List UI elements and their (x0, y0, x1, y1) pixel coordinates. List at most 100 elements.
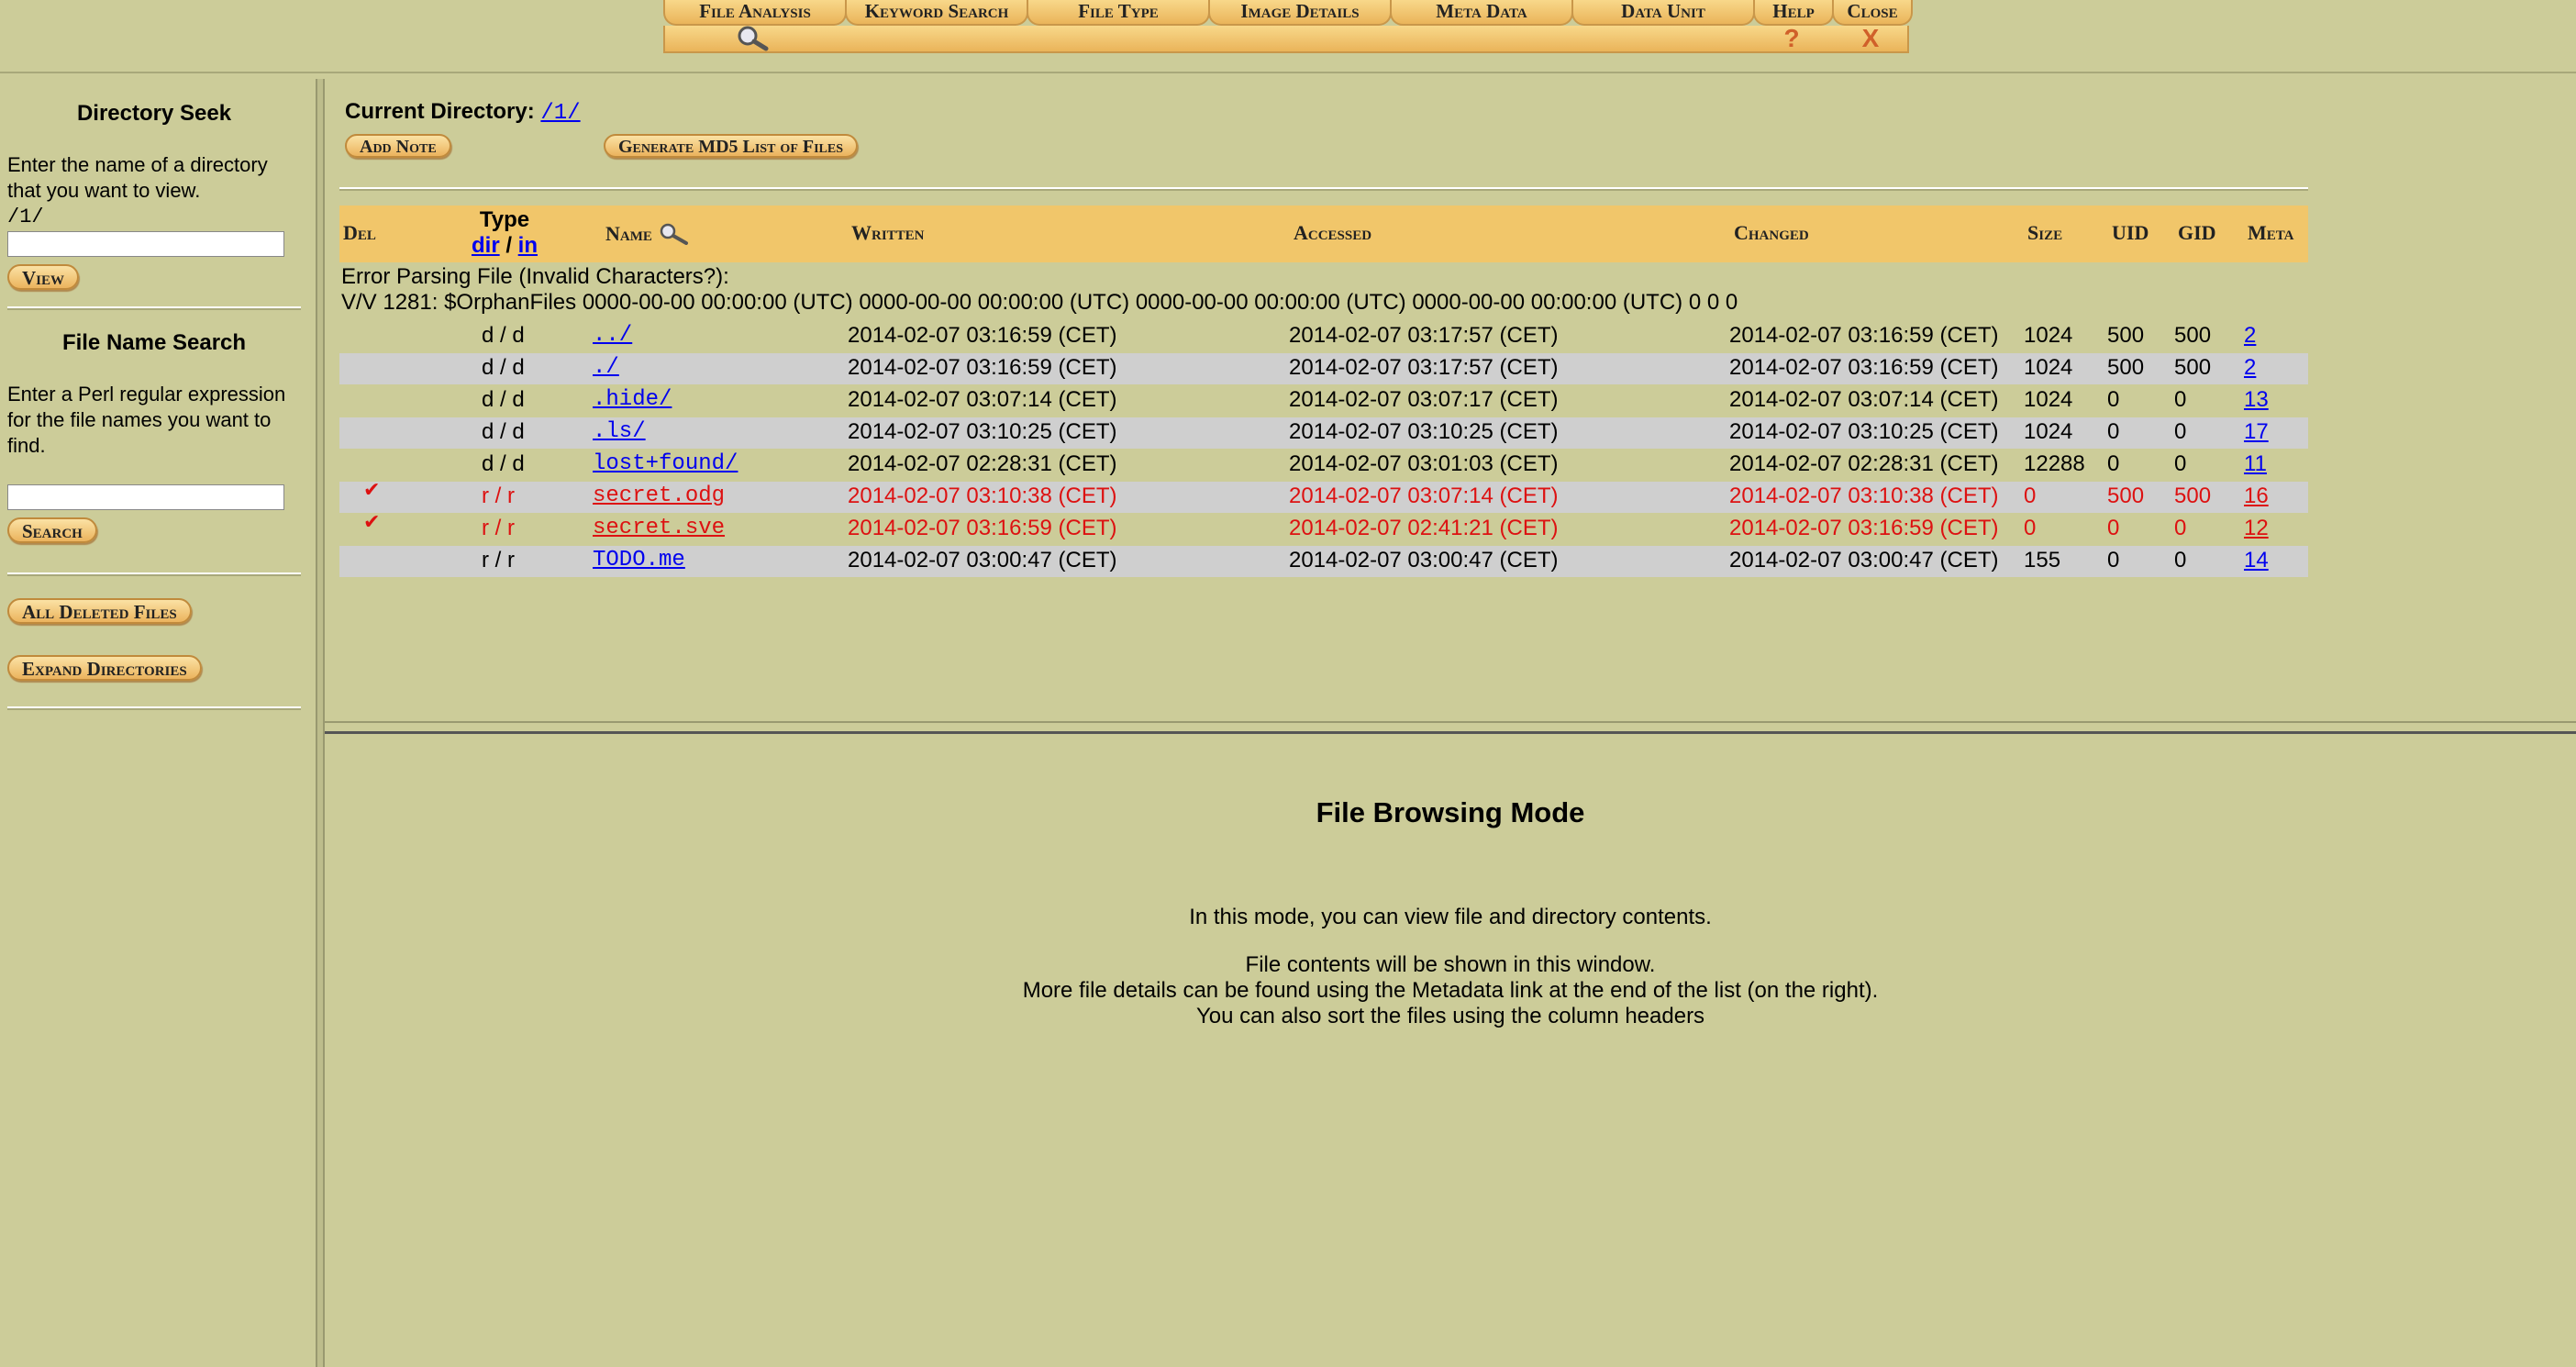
table-header: Del Type dir / in Name Written Accessed … (339, 206, 2308, 262)
directory-listing-frame: Current Directory: /1/ Add Note Generate… (325, 79, 2576, 721)
row-uid: 500 (2107, 483, 2145, 508)
tab-help[interactable]: Help (1753, 0, 1834, 26)
row-gid: 500 (2174, 323, 2212, 348)
tab-keyword-search[interactable]: Keyword Search (845, 0, 1028, 26)
row-size: 0 (2024, 483, 2037, 508)
all-deleted-files-button[interactable]: All Deleted Files (7, 598, 192, 624)
column-gid[interactable]: GID (2178, 221, 2216, 245)
info-line-3: More file details can be found using the… (1022, 978, 1879, 1003)
row-written: 2014-02-07 03:07:14 (CET) (848, 387, 1117, 412)
row-meta-link[interactable]: 2 (2244, 355, 2256, 381)
divider (7, 706, 301, 710)
current-directory-link[interactable]: /1/ (540, 101, 580, 126)
search-icon[interactable] (657, 221, 694, 250)
row-name-link[interactable]: secret.odg (593, 483, 725, 508)
type-dir-link[interactable]: dir (472, 233, 500, 258)
row-name-link[interactable]: .ls/ (593, 419, 646, 444)
tab-file-analysis[interactable]: File Analysis (663, 0, 847, 26)
column-uid[interactable]: UID (2112, 221, 2149, 245)
add-note-button[interactable]: Add Note (345, 134, 451, 158)
error-message: Error Parsing File (Invalid Characters?)… (341, 264, 729, 289)
tab-meta-data[interactable]: Meta Data (1390, 0, 1573, 26)
row-name-link[interactable]: .hide/ (593, 387, 672, 412)
row-meta-link[interactable]: 14 (2244, 548, 2269, 573)
table-row: r / r TODO.me 2014-02-07 03:00:47 (CET) 201… (339, 546, 2308, 577)
column-accessed[interactable]: Accessed (1294, 221, 1371, 245)
directory-seek-instructions: Enter the name of a directory that you w… (7, 153, 268, 202)
generate-md5-button[interactable]: Generate MD5 List of Files (604, 134, 859, 158)
row-meta-link[interactable]: 17 (2244, 419, 2269, 445)
table-row: d / d ../ 2014-02-07 03:16:59 (CET) 2014-02… (339, 321, 2308, 352)
row-accessed: 2014-02-07 03:07:14 (CET) (1289, 483, 1559, 508)
column-size[interactable]: Size (2027, 221, 2062, 245)
frame-divider-vertical[interactable] (316, 79, 325, 1367)
row-gid: 0 (2174, 419, 2187, 444)
row-name-link[interactable]: ../ (593, 323, 632, 348)
table-row: d / d lost+found/2014-02-07 02:28:31 (CET… (339, 450, 2308, 481)
tab-data-unit[interactable]: Data Unit (1571, 0, 1755, 26)
row-size: 1024 (2024, 355, 2073, 380)
column-name[interactable]: Name (605, 221, 694, 250)
row-changed: 2014-02-07 03:16:59 (CET) (1729, 355, 1999, 380)
row-meta-link[interactable]: 16 (2244, 483, 2269, 509)
directory-input[interactable] (7, 231, 284, 257)
row-uid: 0 (2107, 516, 2120, 540)
column-meta[interactable]: Meta (2248, 221, 2294, 245)
row-type: d / d (482, 355, 525, 380)
row-written: 2014-02-07 03:16:59 (CET) (848, 323, 1117, 348)
row-gid: 0 (2174, 387, 2187, 412)
tab-file-type[interactable]: File Type (1027, 0, 1210, 26)
row-written: 2014-02-07 03:00:47 (CET) (848, 548, 1117, 572)
search-button[interactable]: Search (7, 517, 97, 543)
current-directory: Current Directory: /1/ (345, 99, 581, 126)
row-name-link[interactable]: lost+found/ (593, 451, 738, 476)
row-name-link[interactable]: ./ (593, 355, 619, 380)
row-type: r / r (482, 516, 515, 540)
error-detail: V/V 1281: $OrphanFiles 0000-00-00 00:00:… (341, 290, 1738, 315)
view-button[interactable]: View (7, 264, 80, 290)
row-changed: 2014-02-07 03:16:59 (CET) (1729, 323, 1999, 348)
row-written: 2014-02-07 03:16:59 (CET) (848, 355, 1117, 380)
close-icon[interactable]: X (1832, 24, 1909, 52)
toolbar-strip (663, 26, 1909, 53)
column-type: Type dir / in (468, 207, 541, 259)
row-changed: 2014-02-07 03:16:59 (CET) (1729, 516, 1999, 540)
table-row: ✔ r / r secret.sve 2014-02-07 03:16:59 (CET… (339, 510, 2308, 545)
row-changed: 2014-02-07 03:10:25 (CET) (1729, 419, 1999, 444)
directory-seek-title: Directory Seek (76, 101, 232, 126)
row-uid: 500 (2107, 355, 2145, 380)
row-meta-link[interactable]: 11 (2244, 451, 2267, 477)
tab-image-details[interactable]: Image Details (1208, 0, 1392, 26)
row-meta-link[interactable]: 2 (2244, 323, 2256, 349)
row-name-link[interactable]: secret.sve (593, 516, 725, 540)
expand-directories-button[interactable]: Expand Directories (7, 655, 202, 681)
table-row: d / d ./ 2014-02-07 03:16:59 (CET) 2014-02-… (339, 353, 2308, 384)
type-in-link[interactable]: in (518, 233, 538, 258)
row-accessed: 2014-02-07 03:17:57 (CET) (1289, 355, 1559, 380)
top-toolbar-area: File Analysis Keyword Search File Type I… (0, 0, 2576, 73)
column-changed[interactable]: Changed (1734, 221, 1809, 245)
row-size: 12288 (2024, 451, 2085, 476)
help-icon[interactable]: ? (1753, 24, 1830, 52)
info-line-1: In this mode, you can view file and dire… (1189, 905, 1712, 929)
row-gid: 0 (2174, 548, 2187, 572)
row-name-link[interactable]: TODO.me (593, 548, 685, 572)
row-changed: 2014-02-07 03:07:14 (CET) (1729, 387, 1999, 412)
row-accessed: 2014-02-07 03:01:03 (CET) (1289, 451, 1559, 476)
row-type: r / r (482, 548, 515, 572)
column-del[interactable]: Del (343, 221, 376, 245)
frame-divider-horizontal[interactable] (325, 721, 2576, 734)
row-gid: 500 (2174, 355, 2212, 380)
column-written[interactable]: Written (851, 221, 925, 245)
type-separator: / (505, 233, 512, 258)
file-name-input[interactable] (7, 484, 284, 510)
row-type: d / d (482, 451, 525, 476)
divider (7, 572, 301, 576)
row-written: 2014-02-07 03:10:38 (CET) (848, 483, 1117, 508)
tab-close[interactable]: Close (1832, 0, 1913, 26)
row-meta-link[interactable]: 13 (2244, 387, 2269, 413)
file-name-search-title: File Name Search (61, 330, 247, 355)
row-gid: 0 (2174, 451, 2187, 476)
row-changed: 2014-02-07 02:28:31 (CET) (1729, 451, 1999, 476)
row-meta-link[interactable]: 12 (2244, 516, 2269, 541)
